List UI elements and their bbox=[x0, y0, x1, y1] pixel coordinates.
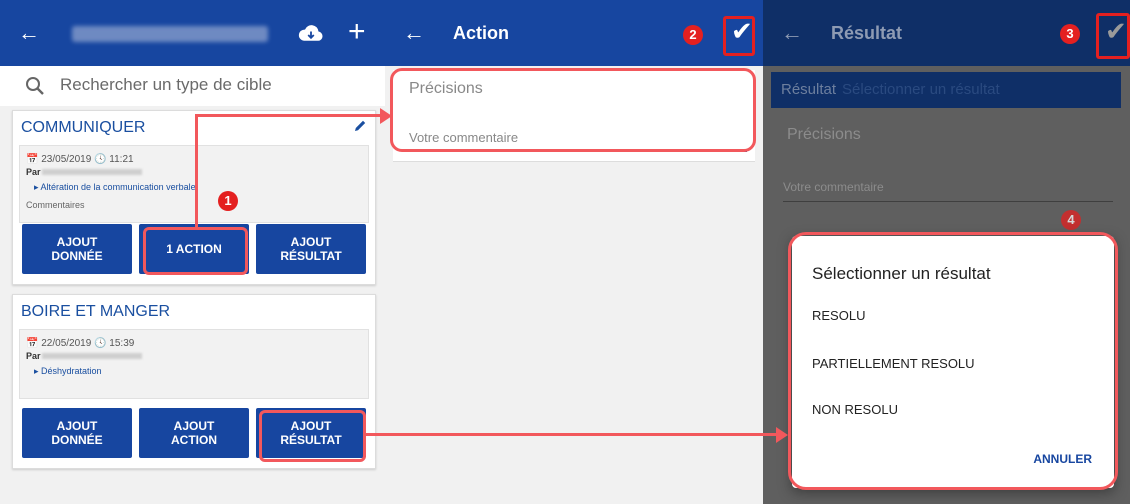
patient-name-redacted bbox=[72, 26, 268, 42]
app-bar: ← + bbox=[0, 0, 385, 66]
card-author-label: Par bbox=[26, 351, 41, 361]
card-title: BOIRE ET MANGER bbox=[21, 303, 171, 320]
ajout-action-button[interactable]: AJOUT ACTION bbox=[139, 408, 249, 458]
result-label: Résultat bbox=[781, 81, 837, 98]
page-title: Action bbox=[453, 23, 509, 43]
precisions-card: Précisions Votre commentaire bbox=[771, 112, 1121, 222]
search-icon bbox=[26, 77, 44, 95]
cibles-panel: ← + Rechercher un type de cible COMMUNIQ… bbox=[0, 0, 385, 504]
connector-arrowhead bbox=[380, 108, 392, 124]
connector-arrowhead bbox=[776, 427, 788, 443]
card-datetime: 📅 23/05/2019 🕓 11:21 bbox=[26, 154, 134, 165]
back-arrow-icon[interactable]: ← bbox=[18, 20, 40, 46]
step-marker-3: 3 bbox=[1060, 24, 1080, 44]
back-arrow-icon[interactable]: ← bbox=[781, 20, 803, 46]
search-input[interactable]: Rechercher un type de cible bbox=[60, 75, 272, 95]
search-bar[interactable]: Rechercher un type de cible bbox=[0, 66, 385, 106]
highlight-resultat-button bbox=[259, 410, 366, 462]
highlight-action-button bbox=[143, 227, 248, 275]
precisions-label: Précisions bbox=[787, 126, 861, 143]
highlight-validate bbox=[723, 16, 755, 56]
card-diagnosis[interactable]: ▸ Déshydratation bbox=[34, 366, 102, 377]
step-marker-2: 2 bbox=[683, 25, 703, 45]
card-author-label: Par bbox=[26, 167, 41, 177]
result-placeholder: Sélectionner un résultat bbox=[842, 81, 1000, 98]
author-redacted bbox=[42, 353, 142, 359]
connector-line bbox=[195, 114, 380, 117]
step-marker-4: 4 bbox=[1061, 210, 1081, 230]
card-info: 📅 23/05/2019 🕓 11:21 Par ▸ Altération de… bbox=[19, 145, 369, 223]
connector-line bbox=[195, 115, 198, 228]
card-diagnosis[interactable]: ▸ Altération de la communication verbale bbox=[34, 182, 196, 193]
connector-line bbox=[366, 433, 776, 436]
step-marker-1: 1 bbox=[218, 191, 238, 211]
highlight-validate bbox=[1096, 13, 1130, 59]
app-bar: ← Action ✔ bbox=[385, 0, 763, 66]
comment-input[interactable]: Votre commentaire bbox=[783, 180, 1113, 202]
back-arrow-icon[interactable]: ← bbox=[403, 20, 425, 46]
card-info: 📅 22/05/2019 🕓 15:39 Par ▸ Déshydratatio… bbox=[19, 329, 369, 399]
cloud-download-icon[interactable] bbox=[298, 24, 324, 44]
page-title: Résultat bbox=[831, 23, 903, 43]
highlight-precisions-card bbox=[390, 68, 756, 152]
action-panel: ← Action ✔ Précisions Votre commentaire … bbox=[385, 0, 763, 504]
add-icon[interactable]: + bbox=[348, 15, 366, 49]
ajout-resultat-button[interactable]: AJOUT RÉSULTAT bbox=[256, 224, 366, 274]
result-select-bar[interactable]: Résultat Sélectionner un résultat bbox=[771, 72, 1121, 108]
card-title: COMMUNIQUER bbox=[21, 119, 146, 136]
ajout-donnee-button[interactable]: AJOUT DONNÉE bbox=[22, 224, 132, 274]
author-redacted bbox=[42, 169, 142, 175]
card-comments: Commentaires bbox=[26, 200, 85, 210]
ajout-donnee-button[interactable]: AJOUT DONNÉE bbox=[22, 408, 132, 458]
highlight-dialog bbox=[788, 232, 1118, 490]
edit-pencil-icon[interactable] bbox=[353, 119, 367, 133]
card-datetime: 📅 22/05/2019 🕓 15:39 bbox=[26, 338, 135, 349]
